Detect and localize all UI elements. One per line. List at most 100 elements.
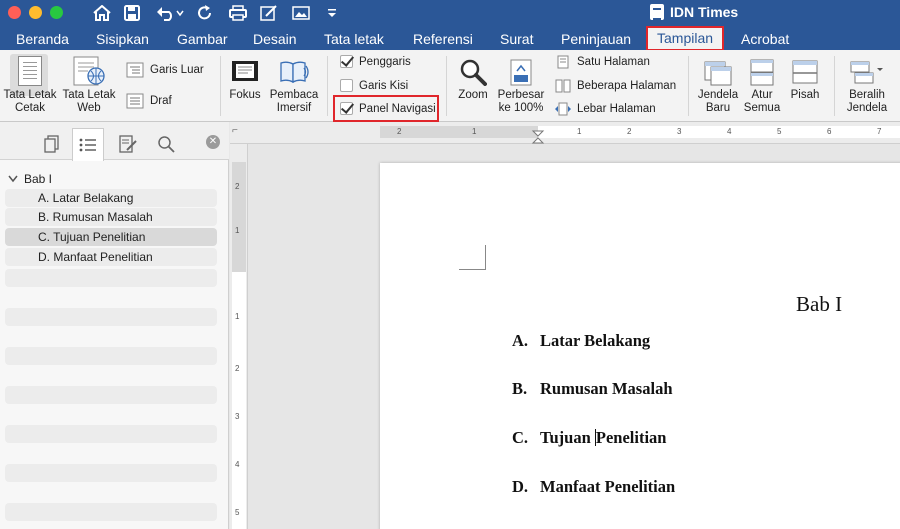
print-layout-icon <box>18 56 42 86</box>
web-layout-icon <box>72 56 106 86</box>
document-heading[interactable]: Bab I <box>796 292 842 317</box>
new-window-button[interactable]: Jendela Baru <box>692 58 744 115</box>
focus-icon <box>230 58 260 86</box>
document-map-tab[interactable] <box>72 128 104 161</box>
redo-icon[interactable] <box>196 3 214 23</box>
split-label: Pisah <box>790 89 820 101</box>
ruler-check-mark[interactable] <box>340 55 353 68</box>
zoom-100-button[interactable]: Perbesar ke 100% <box>496 58 546 115</box>
draft-button[interactable]: Draf <box>126 93 172 109</box>
ribbon-divider <box>688 56 689 116</box>
item-text-before-cursor: Tujuan <box>540 428 595 447</box>
ruler-tick-label: 7 <box>877 127 882 136</box>
tab-tampilan[interactable]: Tampilan <box>645 26 725 51</box>
item-text: Latar Belakang <box>540 331 651 350</box>
maximize-window-button[interactable] <box>50 6 63 19</box>
web-layout-label: Tata Letak Web <box>62 89 116 114</box>
ruler-tick-label: 5 <box>777 127 782 136</box>
ruler-tick-label: 2 <box>235 182 240 191</box>
thumbnails-tab[interactable] <box>36 130 68 158</box>
zoom-icon <box>459 58 487 86</box>
ruler-tick-label: 4 <box>727 127 732 136</box>
ruler-tick-label: 2 <box>397 127 402 136</box>
ruler-tick-label: 4 <box>235 460 240 469</box>
review-pane-tab[interactable] <box>112 130 144 158</box>
ribbon-divider <box>834 56 835 116</box>
edit-icon[interactable] <box>259 3 279 23</box>
document-item[interactable]: A. Latar Belakang <box>512 331 650 351</box>
switch-windows-button[interactable]: Beralih Jendela <box>840 58 894 115</box>
tab-surat[interactable]: Surat <box>500 29 533 49</box>
save-icon[interactable] <box>123 3 141 23</box>
split-button[interactable]: Pisah <box>786 58 824 102</box>
arrange-all-button[interactable]: Atur Semua <box>740 58 784 115</box>
gridlines-checkbox[interactable]: Garis Kisi <box>340 79 408 92</box>
zoom-100-label: Perbesar ke 100% <box>497 89 545 114</box>
tab-referensi[interactable]: Referensi <box>413 29 473 49</box>
document-item[interactable]: C. Tujuan Penelitian <box>512 428 666 448</box>
page-width-label: Lebar Halaman <box>577 103 656 115</box>
undo-icon[interactable] <box>155 3 185 23</box>
tab-beranda[interactable]: Beranda <box>16 29 69 49</box>
ribbon-divider <box>446 56 447 116</box>
navigation-pane: ✕ Bab I A. Latar Belakang B. Rumusan Mas… <box>0 122 229 529</box>
focus-button[interactable]: Fokus <box>226 58 264 102</box>
tab-peninjauan[interactable]: Peninjauan <box>561 29 631 49</box>
nav-item-tujuan-penelitian[interactable]: C. Tujuan Penelitian <box>5 228 217 246</box>
ruler-tick-label: 3 <box>235 412 240 421</box>
tab-sisipkan[interactable]: Sisipkan <box>96 29 149 49</box>
ribbon-tabs: Beranda Sisipkan Gambar Desain Tata leta… <box>0 26 900 51</box>
multiple-pages-button[interactable]: Beberapa Halaman <box>555 79 676 93</box>
print-layout-button[interactable]: Tata Letak Cetak <box>2 56 58 115</box>
close-window-button[interactable] <box>8 6 21 19</box>
highlight-box <box>333 95 439 122</box>
customize-toolbar-icon[interactable] <box>326 3 338 23</box>
empty-row <box>5 386 217 404</box>
draft-icon <box>126 93 144 109</box>
tree-root[interactable]: Bab I <box>8 172 52 186</box>
one-page-icon <box>557 55 569 69</box>
tab-acrobat[interactable]: Acrobat <box>741 29 789 49</box>
zoom-button[interactable]: Zoom <box>453 58 493 102</box>
ruler-checkbox[interactable]: Penggaris <box>340 55 411 68</box>
web-layout-button[interactable]: Tata Letak Web <box>60 56 118 115</box>
tab-desain[interactable]: Desain <box>253 29 297 49</box>
chevron-down-icon[interactable] <box>8 175 18 183</box>
edit-document-icon <box>119 135 137 153</box>
document-item[interactable]: D. Manfaat Penelitian <box>512 477 675 497</box>
page-width-icon <box>555 102 571 116</box>
nav-item-latar-belakang[interactable]: A. Latar Belakang <box>5 189 217 207</box>
tab-stop-selector[interactable]: ⌐ <box>232 125 238 136</box>
gridlines-check-box[interactable] <box>340 79 353 92</box>
home-icon[interactable] <box>92 3 112 23</box>
nav-item-rumusan-masalah[interactable]: B. Rumusan Masalah <box>5 208 217 226</box>
print-icon[interactable] <box>228 3 248 23</box>
tab-gambar[interactable]: Gambar <box>177 29 228 49</box>
multiple-pages-icon <box>555 79 571 93</box>
horizontal-ruler[interactable]: ⌐ 2 1 1 2 3 4 5 6 7 <box>230 122 900 144</box>
new-window-icon <box>703 58 733 86</box>
search-icon <box>158 136 175 153</box>
ruler-tick-label: 5 <box>235 508 240 517</box>
indent-marker-icon[interactable] <box>531 130 545 144</box>
document-item[interactable]: B. Rumusan Masalah <box>512 379 673 399</box>
nav-item-manfaat-penelitian[interactable]: D. Manfaat Penelitian <box>5 248 217 266</box>
minimize-window-button[interactable] <box>29 6 42 19</box>
vertical-ruler[interactable]: 2 1 1 2 3 4 5 <box>230 144 248 529</box>
empty-row <box>5 503 217 521</box>
ruler-tick-label: 6 <box>827 127 832 136</box>
outline-button[interactable]: Garis Luar <box>126 62 204 78</box>
picture-icon[interactable] <box>291 3 311 23</box>
empty-row <box>5 269 217 287</box>
item-text: Rumusan Masalah <box>540 379 673 398</box>
ruler-text-area <box>232 272 246 529</box>
tab-tata-letak[interactable]: Tata letak <box>324 29 384 49</box>
one-page-button[interactable]: Satu Halaman <box>555 55 650 69</box>
item-letter: B. <box>512 379 528 398</box>
outline-icon <box>126 62 144 78</box>
search-tab[interactable] <box>150 130 182 158</box>
page-width-button[interactable]: Lebar Halaman <box>555 102 656 116</box>
close-icon[interactable]: ✕ <box>206 135 220 149</box>
immersive-reader-button[interactable]: Pembaca Imersif <box>266 58 322 115</box>
arrange-all-label: Atur Semua <box>743 89 781 114</box>
